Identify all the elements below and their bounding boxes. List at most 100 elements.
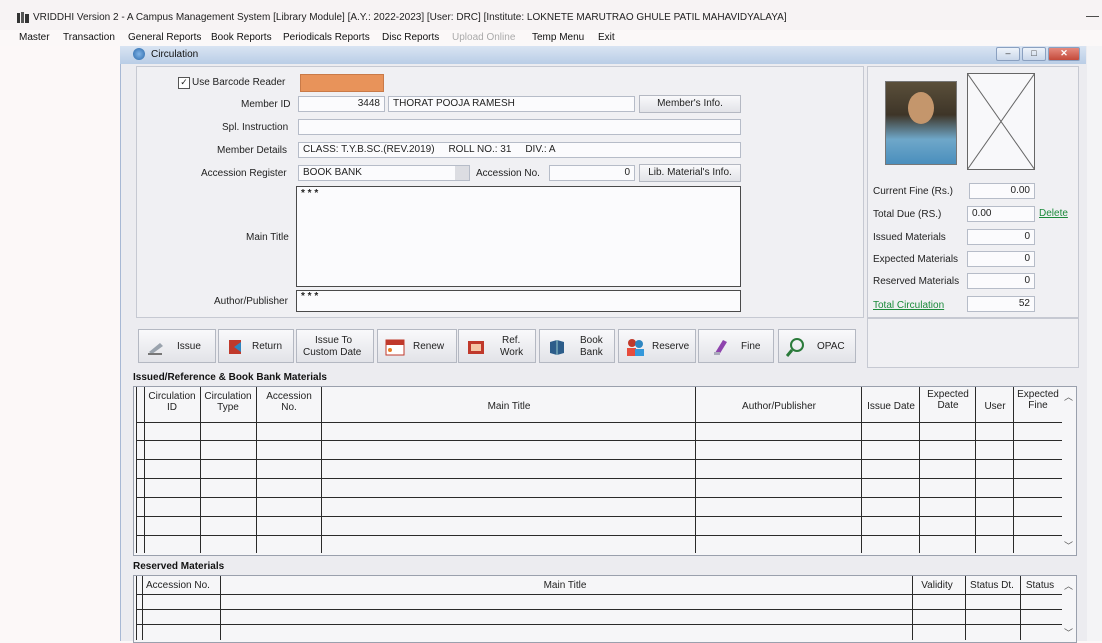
- app-title: VRIDDHI Version 2 - A Campus Management …: [33, 12, 787, 23]
- menu-exit[interactable]: Exit: [598, 32, 615, 43]
- spl-instruction-input[interactable]: [298, 119, 741, 135]
- member-details-label: Member Details: [217, 145, 288, 156]
- return-icon: [229, 340, 241, 354]
- col-user[interactable]: User: [976, 401, 1014, 412]
- col-circulation-type[interactable]: Circulation Type: [200, 391, 256, 413]
- lib-materials-info-button[interactable]: Lib. Material's Info.: [639, 164, 741, 182]
- menu-temp-menu[interactable]: Temp Menu: [532, 32, 584, 43]
- reserved-section-title: Reserved Materials: [133, 561, 225, 572]
- col-circulation-id[interactable]: Circulation ID: [144, 391, 200, 413]
- issued-materials-field: 0: [967, 229, 1035, 245]
- barcode-input[interactable]: [300, 74, 384, 92]
- return-label: Return: [252, 341, 283, 352]
- col-expected-date[interactable]: Expected Date: [920, 389, 976, 411]
- book-bank-button[interactable]: Book Bank: [539, 329, 615, 363]
- menu-periodicals-reports[interactable]: Periodicals Reports: [283, 32, 370, 43]
- opac-label: OPAC: [817, 341, 845, 352]
- work-label: Work: [500, 347, 524, 358]
- accession-register-select[interactable]: BOOK BANK: [298, 165, 470, 181]
- expected-materials-label: Expected Materials: [873, 254, 959, 265]
- menu-transaction[interactable]: Transaction: [63, 32, 115, 43]
- issue-to-label: Issue To: [315, 335, 353, 346]
- ref-work-icon: [468, 341, 484, 354]
- window-maximize-button[interactable]: □: [1022, 47, 1046, 61]
- reserved-scroll-down-icon[interactable]: ﹀: [1064, 626, 1073, 639]
- signature-placeholder-icon: [967, 73, 1035, 170]
- col-status[interactable]: Status: [1020, 580, 1060, 591]
- member-id-input[interactable]: 3448: [298, 96, 385, 112]
- fine-button[interactable]: Fine: [698, 329, 774, 363]
- fine-icon: [714, 340, 727, 355]
- author-publisher-field: * * *: [296, 290, 741, 312]
- spl-instruction-label: Spl. Instruction: [222, 122, 289, 133]
- window-minimize-button[interactable]: –: [996, 47, 1020, 61]
- mdi-background: [0, 46, 120, 641]
- total-circulation-link[interactable]: Total Circulation: [873, 300, 944, 311]
- chevron-down-icon[interactable]: [455, 166, 469, 180]
- expected-materials-field: 0: [967, 251, 1035, 267]
- reserved-materials-field: 0: [967, 273, 1035, 289]
- total-due-label: Total Due (RS.): [873, 209, 942, 220]
- fine-label: Fine: [741, 341, 761, 352]
- reserve-button[interactable]: Reserve: [618, 329, 696, 363]
- issue-button[interactable]: Issue: [138, 329, 216, 363]
- menu-general-reports[interactable]: General Reports: [128, 32, 201, 43]
- col-author-publisher[interactable]: Author/Publisher: [696, 401, 862, 412]
- users-icon: [627, 339, 644, 356]
- reserve-label: Reserve: [652, 341, 690, 352]
- member-id-label: Member ID: [241, 99, 291, 110]
- app-minimize-button[interactable]: —: [1086, 8, 1099, 23]
- col-main-title[interactable]: Main Title: [322, 401, 696, 412]
- circulation-window-titlebar: [120, 46, 1086, 64]
- window-close-button[interactable]: ✕: [1048, 47, 1080, 61]
- col-validity[interactable]: Validity: [912, 580, 962, 591]
- menu-master[interactable]: Master: [19, 32, 50, 43]
- renew-button[interactable]: Renew: [377, 329, 457, 363]
- col-accession-no[interactable]: Accession No.: [258, 391, 320, 413]
- reserved-materials-label: Reserved Materials: [873, 276, 960, 287]
- toolbar-right-panel: [867, 318, 1079, 368]
- col-status-dt[interactable]: Status Dt.: [966, 580, 1018, 591]
- issued-materials-label: Issued Materials: [873, 232, 946, 243]
- scroll-down-icon[interactable]: ﹀: [1064, 539, 1073, 552]
- member-details-field: CLASS: T.Y.B.SC.(REV.2019) ROLL NO.: 31 …: [298, 142, 741, 158]
- search-icon: [786, 338, 804, 357]
- col-reserved-main-title[interactable]: Main Title: [192, 580, 938, 591]
- menu-book-reports[interactable]: Book Reports: [211, 32, 272, 43]
- reserved-materials-table[interactable]: Accession No. Main Title Validity Status…: [133, 575, 1077, 643]
- book-bank-icon: [550, 340, 564, 355]
- bank-label: Bank: [580, 347, 603, 358]
- menu-disc-reports[interactable]: Disc Reports: [382, 32, 439, 43]
- mdi-right-edge: [1086, 46, 1102, 641]
- book-label: Book: [580, 335, 603, 346]
- circulation-window-icon: [133, 48, 145, 60]
- current-fine-field: 0.00: [969, 183, 1035, 199]
- current-fine-label: Current Fine (Rs.): [873, 186, 954, 197]
- members-info-button[interactable]: Member's Info.: [639, 95, 741, 113]
- ref-work-button[interactable]: Ref. Work: [458, 329, 536, 363]
- return-button[interactable]: Return: [218, 329, 294, 363]
- use-barcode-checkbox[interactable]: ✓: [178, 77, 190, 89]
- renew-label: Renew: [413, 341, 445, 352]
- accession-register-label: Accession Register: [201, 168, 287, 179]
- reserved-scroll-up-icon[interactable]: ︿: [1064, 579, 1073, 592]
- accession-no-label: Accession No.: [476, 168, 540, 179]
- col-expected-fine[interactable]: Expected Fine: [1014, 389, 1062, 411]
- issue-to-custom-date-button[interactable]: Issue To Custom Date: [296, 329, 374, 363]
- ref-label: Ref.: [502, 335, 521, 346]
- col-issue-date[interactable]: Issue Date: [862, 401, 920, 412]
- total-due-field: 0.00: [967, 206, 1035, 222]
- custom-date-label: Custom Date: [303, 347, 362, 358]
- main-title-field: * * *: [296, 186, 741, 287]
- issue-icon: [148, 343, 163, 355]
- opac-button[interactable]: OPAC: [778, 329, 856, 363]
- scroll-up-icon[interactable]: ︿: [1064, 390, 1073, 403]
- delete-link[interactable]: Delete: [1039, 208, 1068, 219]
- menu-upload-online: Upload Online: [452, 32, 516, 43]
- accession-no-input[interactable]: 0: [549, 165, 635, 181]
- issued-materials-table[interactable]: Circulation ID Circulation Type Accession N…: [133, 386, 1077, 556]
- issued-section-title: Issued/Reference & Book Bank Materials: [133, 372, 327, 383]
- calendar-icon: [385, 339, 405, 356]
- author-publisher-label: Author/Publisher: [214, 296, 288, 307]
- main-title-label: Main Title: [246, 232, 289, 243]
